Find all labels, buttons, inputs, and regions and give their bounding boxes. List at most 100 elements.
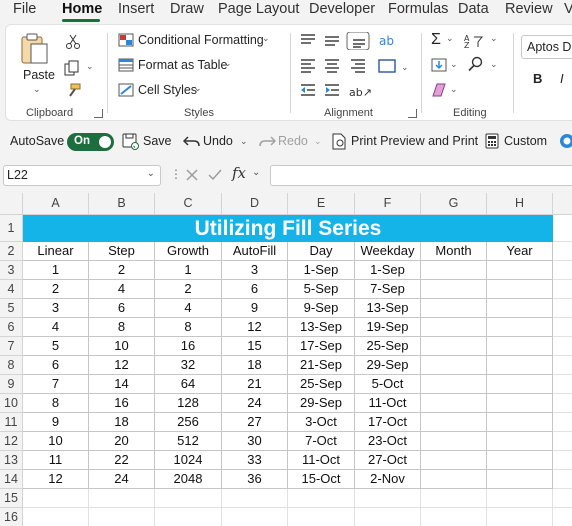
data-cell[interactable]: 2048 [155, 470, 222, 489]
row-header-8[interactable]: 8 [0, 356, 23, 375]
data-cell[interactable]: 12 [89, 356, 155, 375]
data-cell[interactable]: 25-Sep [288, 375, 355, 394]
data-cell[interactable] [421, 337, 487, 356]
data-cell[interactable] [487, 280, 553, 299]
cell[interactable] [553, 375, 572, 394]
redo-icon[interactable] [258, 133, 276, 149]
cell[interactable] [155, 489, 222, 508]
select-all-corner[interactable] [0, 193, 23, 215]
cell[interactable] [23, 489, 89, 508]
tab-file[interactable]: File [13, 1, 36, 17]
data-cell[interactable]: 23-Oct [355, 432, 421, 451]
data-cell[interactable]: 2 [89, 261, 155, 280]
column-label-cell[interactable]: Year [487, 242, 553, 261]
redo-dropdown-icon[interactable]: ⌄ [314, 136, 322, 147]
redo-button[interactable]: Redo [278, 134, 308, 148]
undo-icon[interactable] [183, 133, 201, 149]
column-label-cell[interactable]: Linear [23, 242, 89, 261]
data-cell[interactable] [487, 261, 553, 280]
cell[interactable] [421, 508, 487, 526]
data-cell[interactable]: 1024 [155, 451, 222, 470]
font-name-box[interactable]: Aptos Di [521, 35, 572, 59]
cell[interactable] [553, 432, 572, 451]
data-cell[interactable]: 2 [155, 280, 222, 299]
copy-icon[interactable] [64, 60, 80, 76]
data-cell[interactable]: 13-Sep [288, 318, 355, 337]
data-cell[interactable]: 10 [23, 432, 89, 451]
row-header-11[interactable]: 11 [0, 413, 23, 432]
data-cell[interactable]: 24 [222, 394, 288, 413]
data-cell[interactable]: 6 [23, 356, 89, 375]
column-header-d[interactable]: D [222, 193, 288, 215]
column-header-e[interactable]: E [288, 193, 355, 215]
cell-styles-button[interactable]: Cell Styles [138, 83, 197, 97]
data-cell[interactable]: 8 [23, 394, 89, 413]
data-cell[interactable]: 11-Oct [288, 451, 355, 470]
row-header-15[interactable]: 15 [0, 489, 23, 508]
data-cell[interactable]: 13-Sep [355, 299, 421, 318]
data-cell[interactable]: 4 [155, 299, 222, 318]
sort-dropdown-icon[interactable]: ⌄ [490, 33, 498, 44]
column-label-cell[interactable]: Day [288, 242, 355, 261]
row-header-3[interactable]: 3 [0, 261, 23, 280]
data-cell[interactable]: 6 [89, 299, 155, 318]
data-cell[interactable]: 5 [23, 337, 89, 356]
data-cell[interactable]: 25-Sep [355, 337, 421, 356]
data-cell[interactable] [421, 299, 487, 318]
row-header-10[interactable]: 10 [0, 394, 23, 413]
data-cell[interactable] [487, 413, 553, 432]
row-header-6[interactable]: 6 [0, 318, 23, 337]
data-cell[interactable] [421, 394, 487, 413]
data-cell[interactable]: 4 [23, 318, 89, 337]
data-cell[interactable] [487, 470, 553, 489]
data-cell[interactable]: 2 [23, 280, 89, 299]
cell[interactable] [553, 413, 572, 432]
column-label-cell[interactable]: Step [89, 242, 155, 261]
tab-view-partial[interactable]: V [564, 1, 572, 17]
data-cell[interactable]: 36 [222, 470, 288, 489]
cell-styles-icon[interactable] [118, 83, 134, 97]
cell[interactable] [553, 394, 572, 413]
undo-button[interactable]: Undo [203, 134, 233, 148]
data-cell[interactable]: 21-Sep [288, 356, 355, 375]
horizontal-alignment-icons[interactable]: ⌄ [299, 57, 409, 75]
data-cell[interactable]: 7 [23, 375, 89, 394]
undo-dropdown-icon[interactable]: ⌄ [240, 136, 248, 147]
data-cell[interactable] [421, 451, 487, 470]
cell[interactable] [288, 508, 355, 526]
format-as-table-button[interactable]: Format as Table [138, 58, 227, 72]
data-cell[interactable]: 19-Sep [355, 318, 421, 337]
data-cell[interactable]: 1 [155, 261, 222, 280]
formula-input[interactable] [270, 165, 572, 186]
data-cell[interactable] [421, 470, 487, 489]
conditional-formatting-button[interactable]: Conditional Formatting [138, 33, 264, 47]
data-cell[interactable]: 18 [222, 356, 288, 375]
data-cell[interactable]: 33 [222, 451, 288, 470]
row-header-2[interactable]: 2 [0, 242, 23, 261]
clipboard-launcher-icon[interactable] [94, 109, 103, 118]
data-cell[interactable] [421, 318, 487, 337]
data-cell[interactable]: 9 [222, 299, 288, 318]
more-options-icon[interactable]: ⋮ [170, 167, 182, 181]
data-cell[interactable]: 1 [23, 261, 89, 280]
data-cell[interactable]: 15-Oct [288, 470, 355, 489]
clear-dropdown-icon[interactable]: ⌄ [450, 84, 458, 95]
data-cell[interactable]: 8 [89, 318, 155, 337]
tab-insert[interactable]: Insert [118, 1, 154, 17]
column-header-b[interactable]: B [89, 193, 155, 215]
cell[interactable] [222, 508, 288, 526]
data-cell[interactable]: 6 [222, 280, 288, 299]
cell[interactable] [553, 261, 572, 280]
function-dropdown-icon[interactable]: ⌄ [252, 167, 260, 178]
data-cell[interactable] [421, 261, 487, 280]
worksheet-grid[interactable]: A B C D E F G H 1 2 3 4 5 6 7 8 9 10 11 12 13 14 15 16 Utilizing… [0, 193, 572, 526]
cell[interactable] [553, 215, 572, 242]
data-cell[interactable]: 1-Sep [355, 261, 421, 280]
calculator-icon[interactable] [485, 133, 499, 149]
cell[interactable] [421, 489, 487, 508]
data-cell[interactable]: 17-Sep [288, 337, 355, 356]
column-header-c[interactable]: C [155, 193, 222, 215]
cell[interactable] [553, 299, 572, 318]
data-cell[interactable] [487, 451, 553, 470]
data-cell[interactable]: 12 [222, 318, 288, 337]
